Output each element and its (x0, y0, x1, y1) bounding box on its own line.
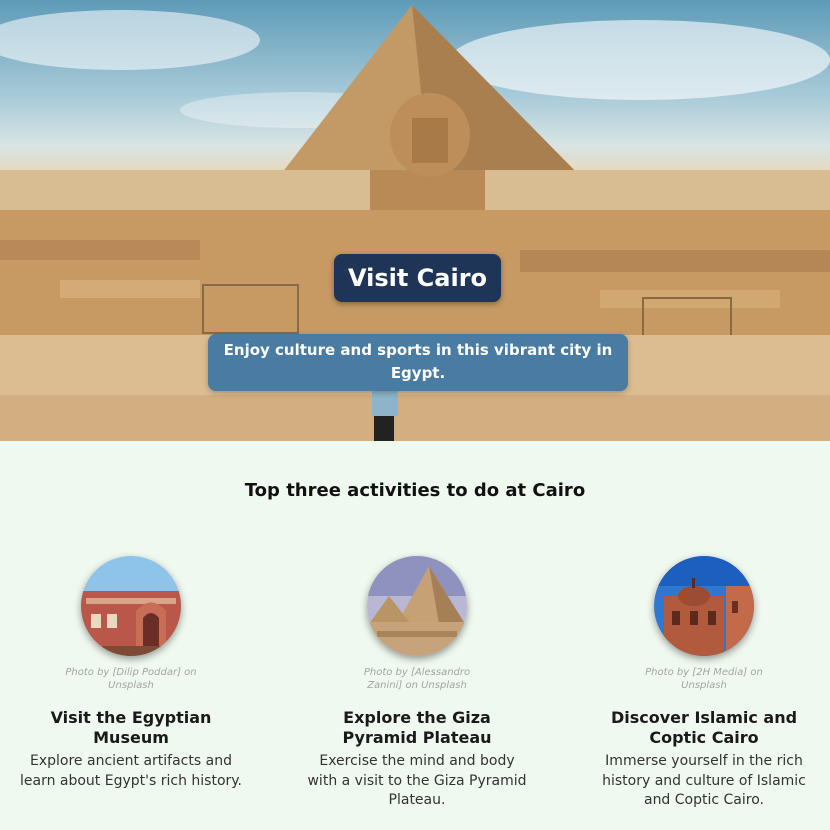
activity-title: Visit the Egyptian Museum (50, 708, 212, 747)
hero-subtitle: Enjoy culture and sports in this vibrant… (208, 334, 628, 391)
photo-credit: Photo by [Dilip Poddar] on Unsplash (65, 667, 197, 691)
pyramid-photo (367, 556, 467, 656)
activities-heading: Top three activities to do at Cairo (244, 480, 586, 501)
photo-credit: Photo by [2H Media] on Unsplash (645, 667, 763, 691)
activity-description: Exercise the mind and body with a visit … (307, 753, 527, 808)
activity-description: Explore ancient artifacts and learn abou… (19, 753, 243, 789)
activity-card-pyramids: Photo by [Alessandro Zanini] on Unsplash… (292, 556, 542, 811)
hero-title: Visit Cairo (334, 254, 501, 302)
museum-photo (81, 556, 181, 656)
activity-title: Discover Islamic and Coptic Cairo (610, 708, 798, 747)
activity-card-coptic: Photo by [2H Media] on Unsplash Discover… (579, 556, 829, 811)
hero-banner: Visit Cairo Enjoy culture and sports in … (0, 0, 830, 441)
activity-description: Immerse yourself in the rich history and… (602, 753, 806, 808)
activity-card-museum: Photo by [Dilip Poddar] on Unsplash Visi… (6, 556, 256, 791)
coptic-cairo-photo (654, 556, 754, 656)
photo-credit: Photo by [Alessandro Zanini] on Unsplash (363, 667, 471, 691)
activity-title: Explore the Giza Pyramid Plateau (342, 708, 492, 747)
